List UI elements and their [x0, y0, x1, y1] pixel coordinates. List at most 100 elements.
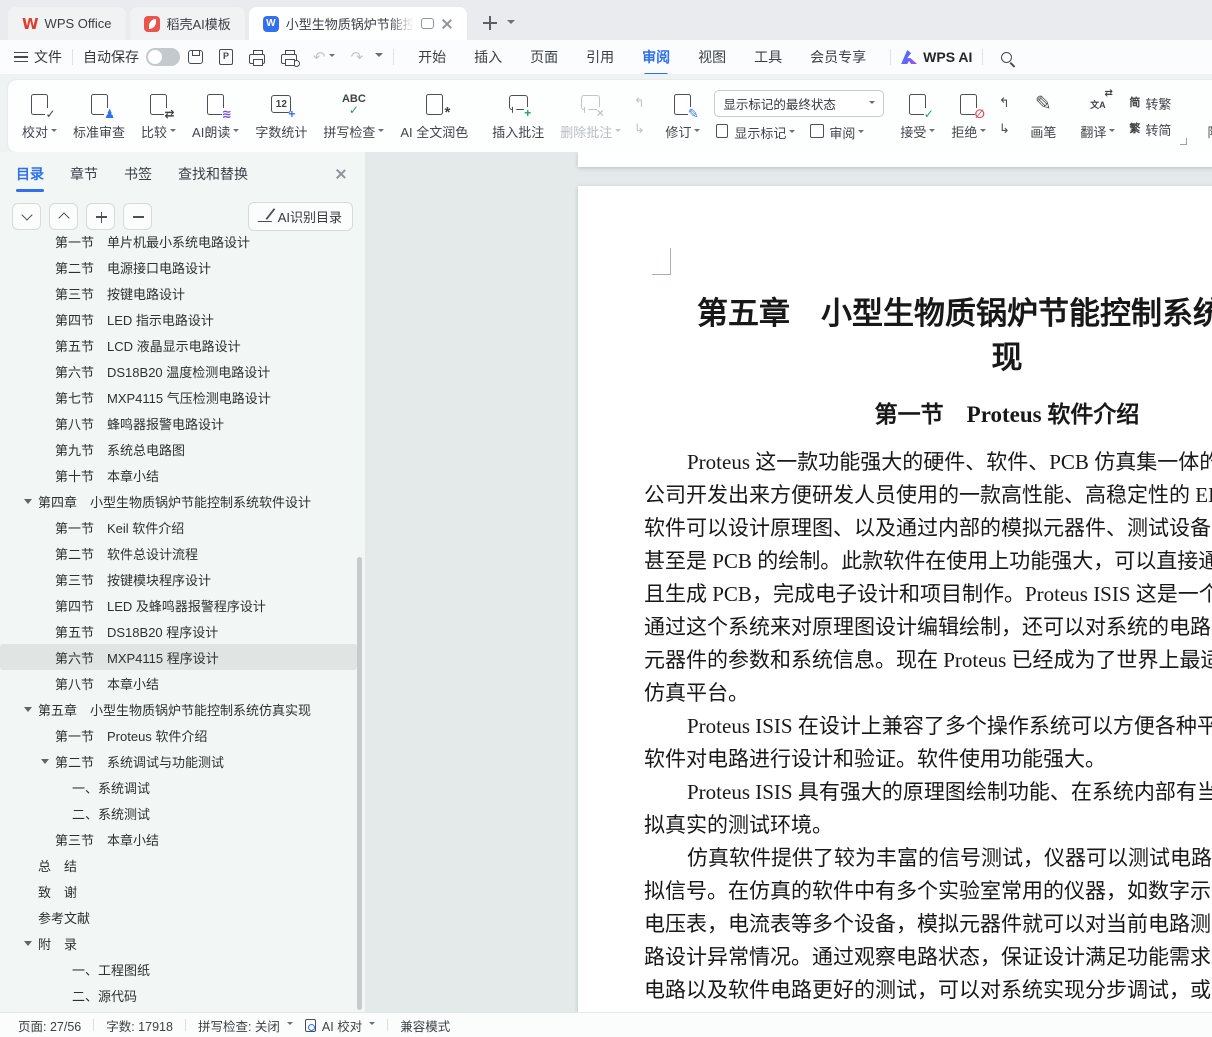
- toc-item[interactable]: 第六节 DS18B20 温度检测电路设计: [0, 358, 357, 384]
- document-page[interactable]: 第五章 小型生物质锅炉节能控制系统仿真实 现 第一节 Proteus 软件介绍 …: [578, 186, 1212, 1012]
- standard-review-button[interactable]: ♟ 标准审查: [65, 87, 133, 145]
- menu-tab-page[interactable]: 页面: [530, 47, 558, 67]
- menu-tab-reference[interactable]: 引用: [586, 47, 614, 67]
- toc-item[interactable]: 第五节 DS18B20 程序设计: [0, 618, 357, 644]
- close-sidebar-icon[interactable]: [335, 168, 347, 180]
- toc-item[interactable]: 一、系统调试: [0, 774, 357, 800]
- tab-current-document[interactable]: W 小型生物质锅炉节能控制系统: [249, 7, 467, 40]
- toc-item[interactable]: 第一节 Keil 软件介绍: [0, 514, 357, 540]
- previous-comment-icon[interactable]: ↰: [629, 94, 649, 112]
- tab-docer-templates[interactable]: 稻壳AI模板: [130, 7, 245, 40]
- toc-item[interactable]: 第二节 系统调试与功能测试: [0, 748, 357, 774]
- toc-item[interactable]: 第五节 LCD 液晶显示电路设计: [0, 332, 357, 358]
- ai-proofread-status[interactable]: AI 校对: [305, 1016, 375, 1035]
- tab-list-caret-icon[interactable]: [507, 20, 515, 28]
- wps-ai-button[interactable]: WPS AI: [901, 49, 972, 65]
- toc-item[interactable]: 二、系统测试: [0, 800, 357, 826]
- sidebar-tab-bookmarks[interactable]: 书签: [124, 164, 152, 184]
- toc-item[interactable]: 第九节 系统总电路图: [0, 436, 357, 462]
- toc-item[interactable]: 第七节 MXP4115 气压检测电路设计: [0, 384, 357, 410]
- insert-comment-button[interactable]: + 插入批注: [484, 87, 552, 145]
- tab-wps-office[interactable]: W WPS Office: [8, 7, 126, 40]
- toc-item[interactable]: 致 谢: [0, 878, 357, 904]
- next-change-icon[interactable]: ↳: [994, 120, 1014, 138]
- spell-check-status[interactable]: 拼写检查: 关闭: [198, 1016, 293, 1035]
- delete-comment-button[interactable]: × 删除批注: [552, 87, 629, 145]
- toc-item[interactable]: 二、源代码: [0, 982, 357, 1008]
- export-pdf-button[interactable]: P: [219, 49, 233, 65]
- toc-item[interactable]: 第六节 MXP4115 程序设计: [0, 644, 357, 670]
- toc-item[interactable]: 第四节 LED 及蜂鸣器报警程序设计: [0, 592, 357, 618]
- file-menu-button[interactable]: 文件: [14, 47, 62, 67]
- undo-button[interactable]: ↶: [313, 48, 335, 66]
- collapse-triangle-icon[interactable]: [24, 941, 32, 950]
- collapse-triangle-icon[interactable]: [41, 759, 49, 768]
- toc-item[interactable]: 参考文献: [0, 904, 357, 930]
- toc-item[interactable]: 总 结: [0, 852, 357, 878]
- toc-item[interactable]: 第四节 LED 指示电路设计: [0, 306, 357, 332]
- toc-item[interactable]: 第三节 本章小结: [0, 826, 357, 852]
- toc-item[interactable]: 第十节 本章小结: [0, 462, 357, 488]
- to-traditional-button[interactable]: 简转繁: [1129, 94, 1171, 113]
- track-changes-button[interactable]: ✎ 修订: [657, 87, 708, 145]
- group-expand-icon[interactable]: [1180, 138, 1187, 145]
- toc-item[interactable]: 第一节 单片机最小系统电路设计: [0, 228, 357, 254]
- float-window-icon[interactable]: [421, 18, 434, 29]
- ai-polish-button[interactable]: * AI 全文润色: [392, 87, 476, 145]
- menu-tab-review[interactable]: 审阅: [642, 47, 670, 67]
- menu-tab-home[interactable]: 开始: [418, 47, 446, 67]
- print-preview-button[interactable]: [281, 51, 297, 64]
- menu-tab-membership[interactable]: 会员专享: [810, 47, 866, 67]
- previous-change-icon[interactable]: ↰: [994, 94, 1014, 112]
- ink-pen-button[interactable]: ✎ 画笔: [1022, 87, 1064, 145]
- toc-item[interactable]: 第二节 电源接口电路设计: [0, 254, 357, 280]
- toc-item[interactable]: 一、工程图纸: [0, 956, 357, 982]
- toc-item[interactable]: 第八节 本章小结: [0, 670, 357, 696]
- restrict-editing-button[interactable]: 限制编辑: [1199, 87, 1212, 145]
- document-viewport[interactable]: 第五章 小型生物质锅炉节能控制系统仿真实 现 第一节 Proteus 软件介绍 …: [365, 152, 1212, 1012]
- expand-all-button[interactable]: [86, 203, 115, 230]
- spell-check-button[interactable]: ABC✓ 拼写检查: [315, 87, 392, 145]
- search-button[interactable]: [1001, 52, 1012, 63]
- toc-item[interactable]: 第四章 小型生物质锅炉节能控制系统软件设计: [0, 488, 357, 514]
- collapse-triangle-icon[interactable]: [24, 707, 32, 716]
- collapse-all-button[interactable]: [123, 203, 152, 230]
- sidebar-tab-find-replace[interactable]: 查找和替换: [178, 164, 248, 184]
- reviewing-pane-button[interactable]: 审阅: [809, 123, 864, 142]
- accept-change-button[interactable]: ✓ 接受: [892, 87, 943, 145]
- collapse-item-button[interactable]: [49, 203, 78, 230]
- save-button[interactable]: [188, 50, 203, 64]
- toc-item[interactable]: 第二节 软件总设计流程: [0, 540, 357, 566]
- toc-item[interactable]: 第五章 小型生物质锅炉节能控制系统仿真实现: [0, 696, 357, 722]
- toc-item[interactable]: 附 录: [0, 930, 357, 956]
- toc-item[interactable]: 第一节 Proteus 软件介绍: [0, 722, 357, 748]
- sidebar-scrollbar[interactable]: [357, 557, 362, 1010]
- word-count-button[interactable]: 12+ 字数统计: [247, 87, 315, 145]
- toc-item[interactable]: 第八节 蜂鸣器报警电路设计: [0, 410, 357, 436]
- toc-item[interactable]: 第三节 按键电路设计: [0, 280, 357, 306]
- autosave-toggle[interactable]: [146, 48, 180, 66]
- undo-caret-icon[interactable]: [329, 54, 335, 60]
- new-tab-button[interactable]: [479, 12, 501, 34]
- compare-button[interactable]: ⇄ 比较: [133, 87, 184, 145]
- proofread-button[interactable]: ✓ 校对: [14, 87, 65, 145]
- redo-button[interactable]: ↷: [351, 48, 364, 66]
- ai-read-aloud-button[interactable]: ≋ AI朗读: [184, 87, 247, 145]
- close-tab-icon[interactable]: [441, 18, 453, 30]
- translate-button[interactable]: 文A⇄ 翻译: [1072, 87, 1123, 145]
- print-button[interactable]: [249, 51, 265, 64]
- expand-item-button[interactable]: [12, 203, 41, 230]
- menu-tab-insert[interactable]: 插入: [474, 47, 502, 67]
- quickbar-more-caret-icon[interactable]: [375, 53, 383, 61]
- next-comment-icon[interactable]: ↳: [629, 120, 649, 138]
- to-simplified-button[interactable]: 繁转简: [1129, 120, 1171, 139]
- collapse-triangle-icon[interactable]: [24, 499, 32, 508]
- sidebar-tab-contents[interactable]: 目录: [16, 164, 44, 184]
- ai-recognize-toc-button[interactable]: AI识别目录: [248, 202, 353, 231]
- markup-state-dropdown[interactable]: 显示标记的最终状态: [714, 90, 884, 117]
- show-markup-button[interactable]: 显示标记: [714, 123, 795, 142]
- toc-item[interactable]: 第三节 按键模块程序设计: [0, 566, 357, 592]
- menu-tab-tools[interactable]: 工具: [754, 47, 782, 67]
- reject-change-button[interactable]: ∅ 拒绝: [943, 87, 994, 145]
- menu-tab-view[interactable]: 视图: [698, 47, 726, 67]
